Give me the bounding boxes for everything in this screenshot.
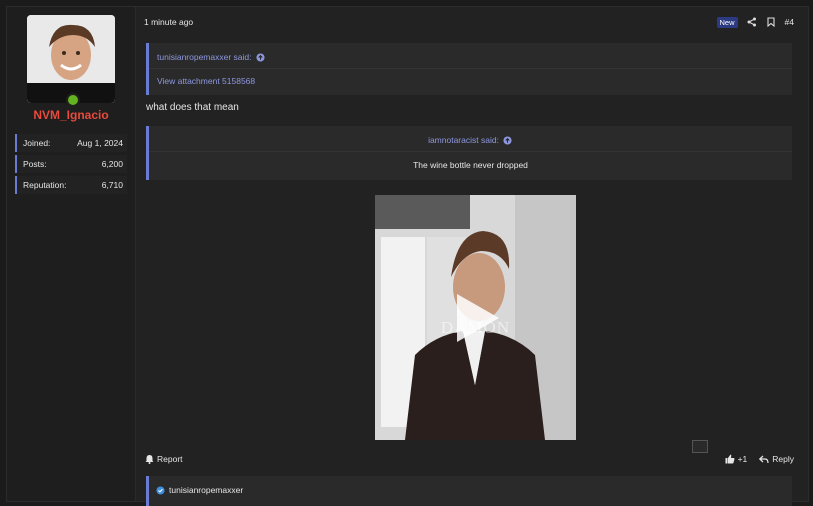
arrow-up-circle-icon[interactable] bbox=[503, 135, 513, 145]
quote-author[interactable]: tunisianropemaxxer bbox=[155, 484, 243, 496]
bell-icon bbox=[144, 454, 154, 464]
reply-label: Reply bbox=[772, 454, 794, 464]
verified-badge-icon bbox=[155, 485, 165, 495]
stat-label: Joined: bbox=[23, 138, 51, 148]
post-footer: Report +1 Reply bbox=[144, 452, 794, 466]
stat-value: 6,710 bbox=[101, 180, 123, 190]
post-time[interactable]: 1 minute ago bbox=[144, 17, 193, 27]
quote-divider bbox=[149, 68, 792, 69]
post-header: 1 minute ago New #4 bbox=[144, 15, 794, 29]
stat-label: Reputation: bbox=[23, 180, 67, 190]
thumbs-up-icon bbox=[725, 454, 735, 464]
user-stats: Joined: Aug 1, 2024 Posts: 6,200 Reputat… bbox=[15, 134, 127, 197]
report-button[interactable]: Report bbox=[144, 454, 183, 464]
stat-value: Aug 1, 2024 bbox=[77, 138, 123, 148]
quote-author[interactable]: tunisianropemaxxer said: bbox=[157, 51, 266, 63]
stat-posts: Posts: 6,200 bbox=[15, 155, 127, 173]
avatar[interactable] bbox=[27, 15, 115, 103]
like-count: +1 bbox=[737, 454, 748, 464]
username[interactable]: NVM_Ignacio bbox=[7, 108, 135, 122]
share-icon[interactable] bbox=[747, 17, 757, 27]
footer-actions: +1 Reply bbox=[725, 454, 794, 464]
quote-author[interactable]: iamnotaracist said: bbox=[149, 134, 792, 146]
stat-reputation: Reputation: 6,710 bbox=[15, 176, 127, 194]
stat-value: 6,200 bbox=[101, 159, 123, 169]
quote-author-name[interactable]: tunisianropemaxxer bbox=[169, 485, 243, 495]
quote-text: The wine bottle never dropped bbox=[413, 160, 528, 170]
post-main: 1 minute ago New #4 tunisianropemaxxer s… bbox=[144, 7, 794, 506]
quote-divider bbox=[149, 151, 792, 152]
report-label: Report bbox=[157, 454, 183, 464]
play-icon[interactable] bbox=[455, 292, 501, 349]
user-sidebar: NVM_Ignacio Joined: Aug 1, 2024 Posts: 6… bbox=[7, 7, 136, 501]
reply-icon bbox=[759, 454, 769, 464]
quote-block: tunisianropemaxxer bbox=[146, 476, 792, 506]
post-body-text: what does that mean bbox=[146, 102, 239, 113]
online-status-indicator bbox=[66, 93, 80, 107]
quote-block: tunisianropemaxxer said: View attachment… bbox=[146, 43, 792, 95]
reply-button[interactable]: Reply bbox=[759, 454, 794, 464]
video-embed[interactable]: DAMON bbox=[375, 195, 576, 440]
post-number[interactable]: #4 bbox=[785, 17, 794, 27]
attachment-link[interactable]: View attachment 5158568 bbox=[157, 76, 255, 86]
post-header-actions: New #4 bbox=[716, 16, 794, 28]
quote-block: iamnotaracist said: The wine bottle neve… bbox=[146, 126, 792, 180]
like-button[interactable]: +1 bbox=[725, 454, 748, 464]
quote-author-name[interactable]: iamnotaracist said: bbox=[428, 135, 499, 145]
stat-label: Posts: bbox=[23, 159, 47, 169]
stat-joined: Joined: Aug 1, 2024 bbox=[15, 134, 127, 152]
quote-author-name[interactable]: tunisianropemaxxer said: bbox=[157, 52, 252, 62]
avatar-image bbox=[27, 15, 115, 103]
new-badge: New bbox=[716, 16, 738, 28]
post-container: NVM_Ignacio Joined: Aug 1, 2024 Posts: 6… bbox=[6, 6, 809, 506]
bookmark-icon[interactable] bbox=[766, 17, 776, 27]
arrow-up-circle-icon[interactable] bbox=[256, 52, 266, 62]
